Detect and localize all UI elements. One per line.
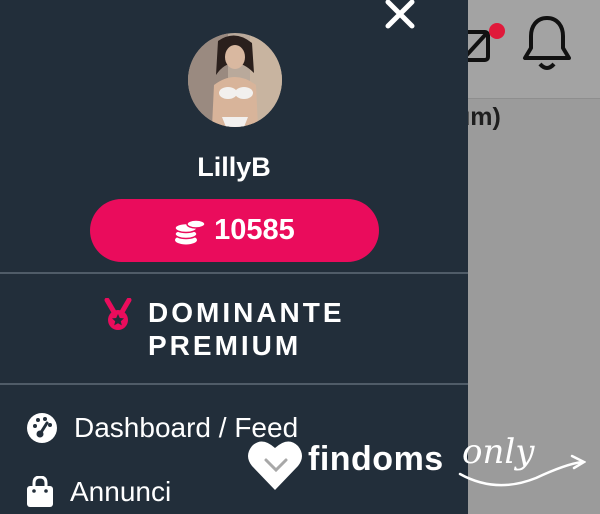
divider xyxy=(0,272,468,274)
rank-line-2: PREMIUM xyxy=(148,330,302,361)
menu-item-dashboard-feed[interactable]: Dashboard / Feed xyxy=(26,412,298,444)
username: LillyB xyxy=(197,152,271,182)
medal-icon xyxy=(104,298,132,330)
menu-item-label: Annunci xyxy=(70,476,172,507)
close-icon xyxy=(385,0,415,29)
bell-icon[interactable] xyxy=(522,14,572,76)
shopping-bag-icon xyxy=(27,476,53,507)
coins-value: 10585 xyxy=(214,214,295,246)
rank-line-1: DOMINANTE xyxy=(148,297,345,328)
menu-item-annunci[interactable]: Annunci xyxy=(26,476,171,508)
avatar-photo xyxy=(188,33,282,127)
avatar[interactable] xyxy=(188,33,282,127)
profile-drawer: LillyB 10585 DOMINANTE PREMIUM Dashboard… xyxy=(0,0,468,514)
rank-label: DOMINANTE PREMIUM xyxy=(148,296,345,362)
close-button[interactable] xyxy=(380,0,420,36)
menu-item-label: Dashboard / Feed xyxy=(74,412,299,443)
speedometer-icon xyxy=(27,413,57,443)
coins-balance-button[interactable]: 10585 xyxy=(90,199,379,262)
divider xyxy=(0,383,468,385)
coins-stack-icon xyxy=(174,218,206,244)
rank-badge: DOMINANTE PREMIUM xyxy=(104,296,345,362)
